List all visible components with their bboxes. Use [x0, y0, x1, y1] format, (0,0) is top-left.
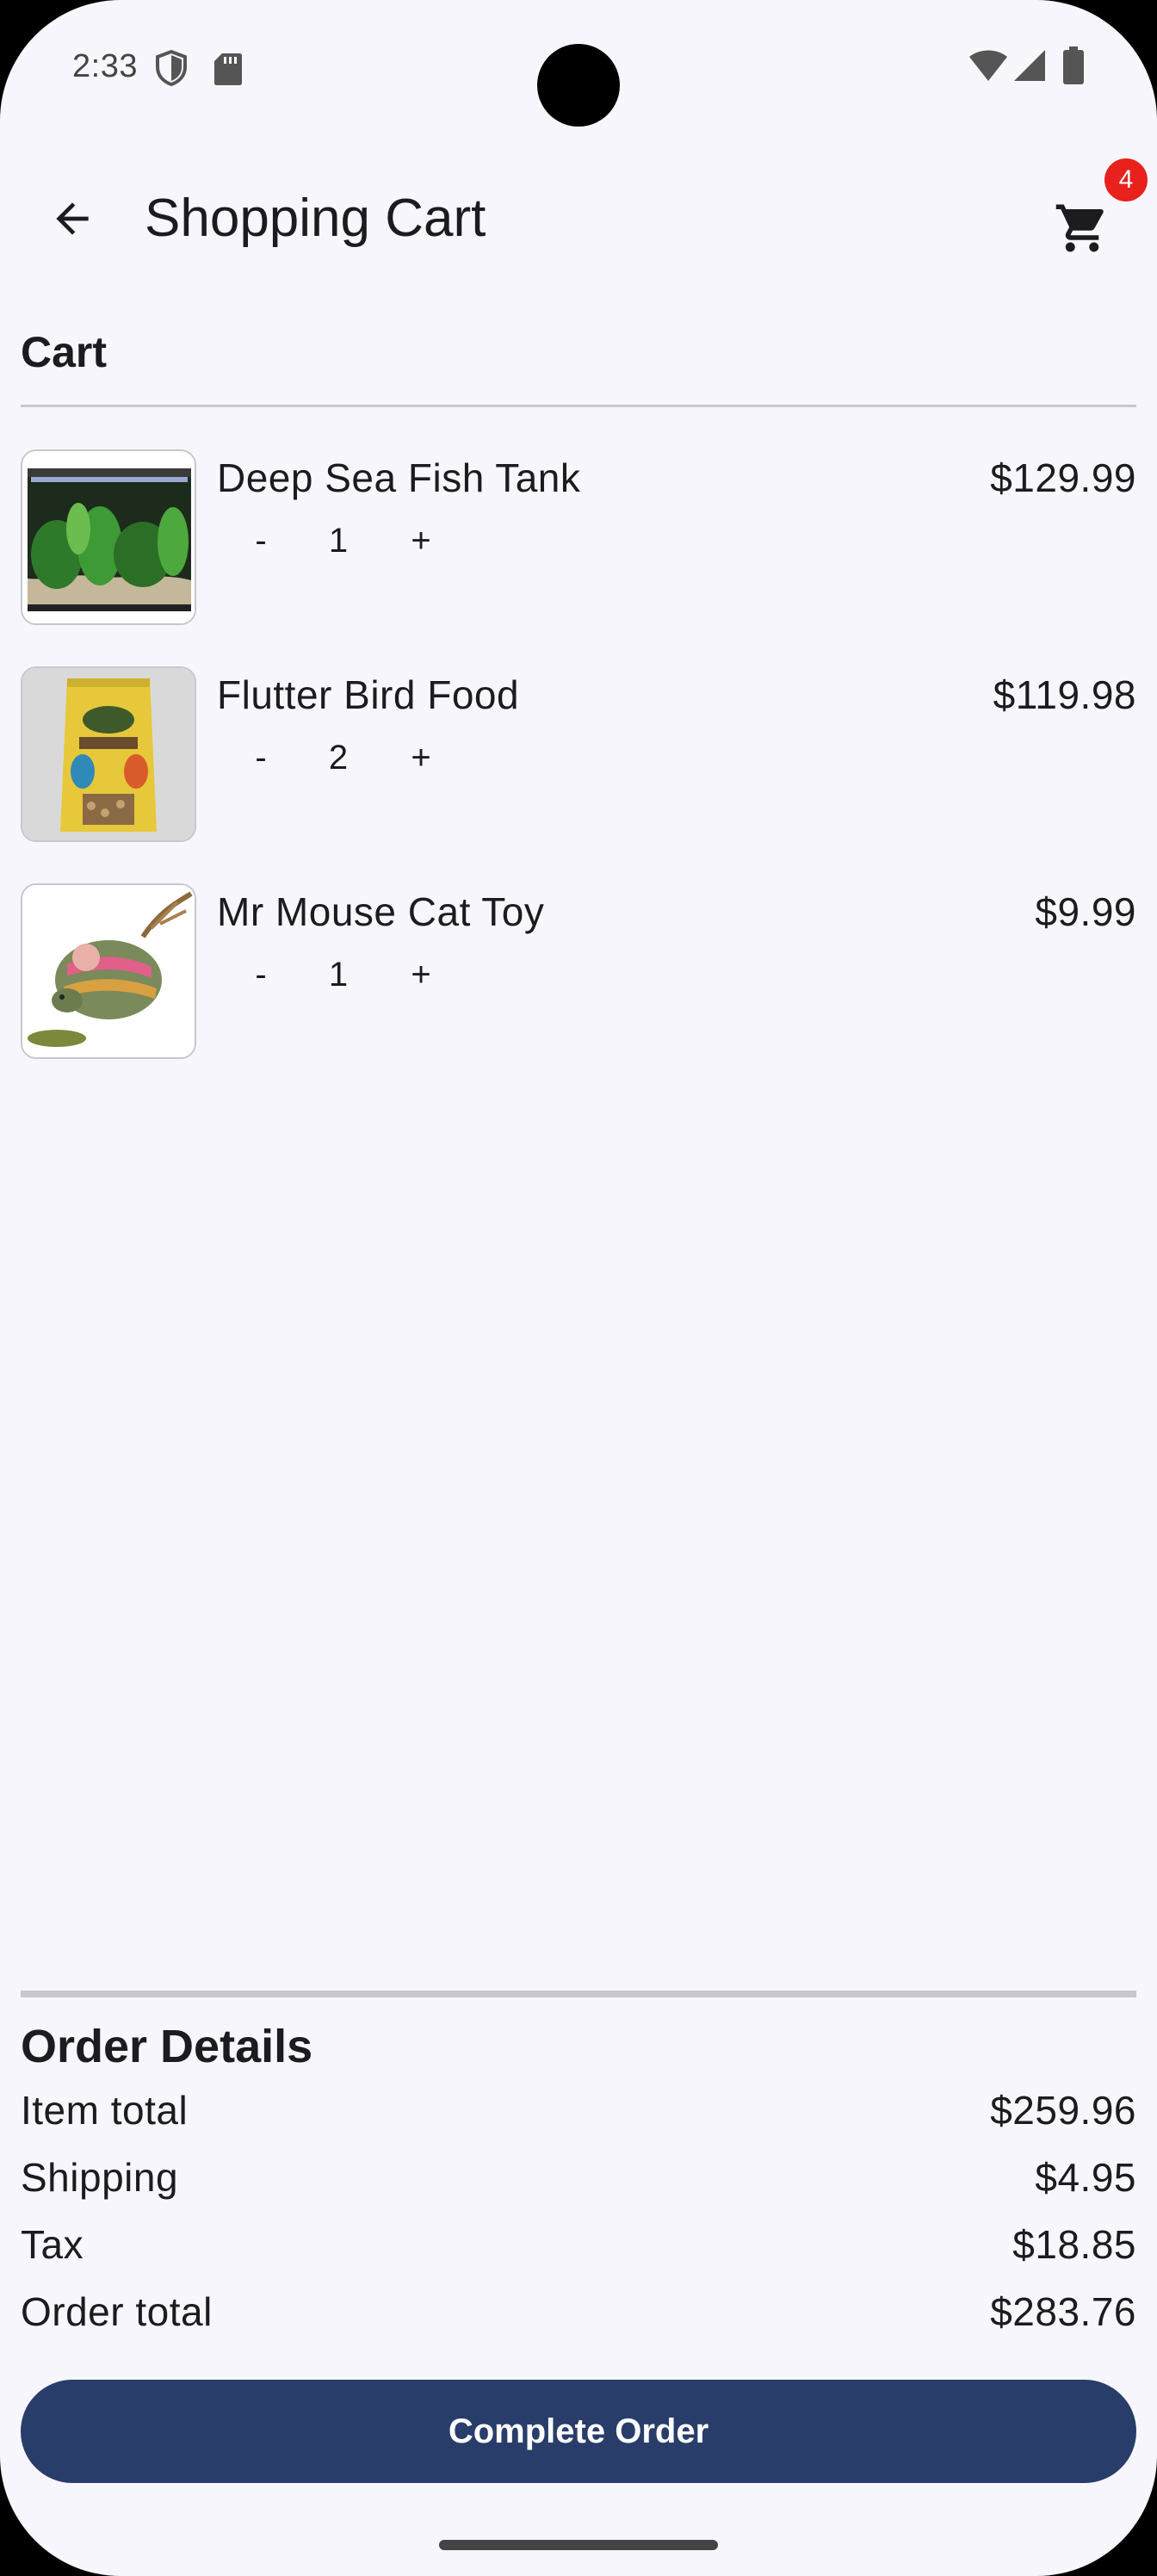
cart-heading: Cart — [21, 328, 108, 376]
increase-quantity-button[interactable]: + — [399, 732, 442, 783]
order-label: Item total — [21, 2088, 189, 2133]
status-bar: 2:33 — [0, 0, 1157, 138]
page-title: Shopping Cart — [145, 189, 486, 248]
battery-icon — [1062, 46, 1085, 84]
item-name: Mr Mouse Cat Toy — [217, 889, 545, 934]
order-row-order-total: Order total $283.76 — [21, 2288, 1136, 2345]
wifi-icon — [968, 48, 1009, 83]
item-name: Flutter Bird Food — [217, 672, 520, 717]
order-label: Shipping — [21, 2155, 179, 2200]
order-divider — [21, 1991, 1136, 1997]
order-label: Tax — [21, 2222, 84, 2267]
decrease-quantity-button[interactable]: - — [239, 732, 282, 783]
back-button[interactable] — [38, 186, 107, 255]
quantity-value: 1 — [328, 522, 349, 560]
cart-divider — [21, 405, 1136, 407]
order-row-item-total: Item total $259.96 — [21, 2087, 1136, 2144]
arrow-back-icon — [48, 195, 96, 247]
app-screen: 2:33 Shopping Cart 4 Cart Deep Sea Fish … — [0, 0, 1157, 2576]
order-value: $259.96 — [990, 2088, 1136, 2133]
decrease-quantity-button[interactable]: - — [239, 949, 282, 1000]
bird-food-image — [21, 666, 196, 842]
signal-icon — [1012, 48, 1047, 83]
cart-item: Mr Mouse Cat Toy $9.99 - 1 + — [21, 883, 1136, 1061]
sd-card-icon — [213, 52, 243, 86]
order-details-heading: Order Details — [21, 2021, 313, 2072]
app-bar: Shopping Cart — [0, 164, 1157, 276]
quantity-value: 1 — [328, 956, 349, 994]
home-indicator[interactable] — [439, 2540, 718, 2550]
cart-item: Deep Sea Fish Tank $129.99 - 1 + — [21, 449, 1136, 627]
item-price: $9.99 — [1035, 889, 1136, 934]
fish-tank-image — [21, 449, 196, 625]
status-time: 2:33 — [72, 48, 138, 84]
order-row-shipping: Shipping $4.95 — [21, 2154, 1136, 2211]
complete-order-button[interactable]: Complete Order — [21, 2380, 1136, 2483]
decrease-quantity-button[interactable]: - — [239, 515, 282, 567]
quantity-value: 2 — [328, 739, 349, 777]
shield-icon — [155, 49, 188, 87]
cart-item: Flutter Bird Food $119.98 - 2 + — [21, 666, 1136, 844]
increase-quantity-button[interactable]: + — [399, 515, 442, 567]
camera-cutout — [537, 44, 620, 127]
order-value: $283.76 — [990, 2289, 1136, 2334]
item-price: $119.98 — [993, 672, 1136, 717]
cat-toy-image — [21, 883, 196, 1059]
item-name: Deep Sea Fish Tank — [217, 455, 581, 500]
order-label: Order total — [21, 2289, 213, 2334]
item-price: $129.99 — [990, 455, 1136, 500]
cart-count-badge: 4 — [1104, 158, 1148, 201]
increase-quantity-button[interactable]: + — [399, 949, 442, 1000]
order-row-tax: Tax $18.85 — [21, 2221, 1136, 2278]
cart-button[interactable] — [1043, 188, 1121, 257]
order-value: $18.85 — [1012, 2222, 1136, 2267]
order-value: $4.95 — [1035, 2155, 1136, 2200]
